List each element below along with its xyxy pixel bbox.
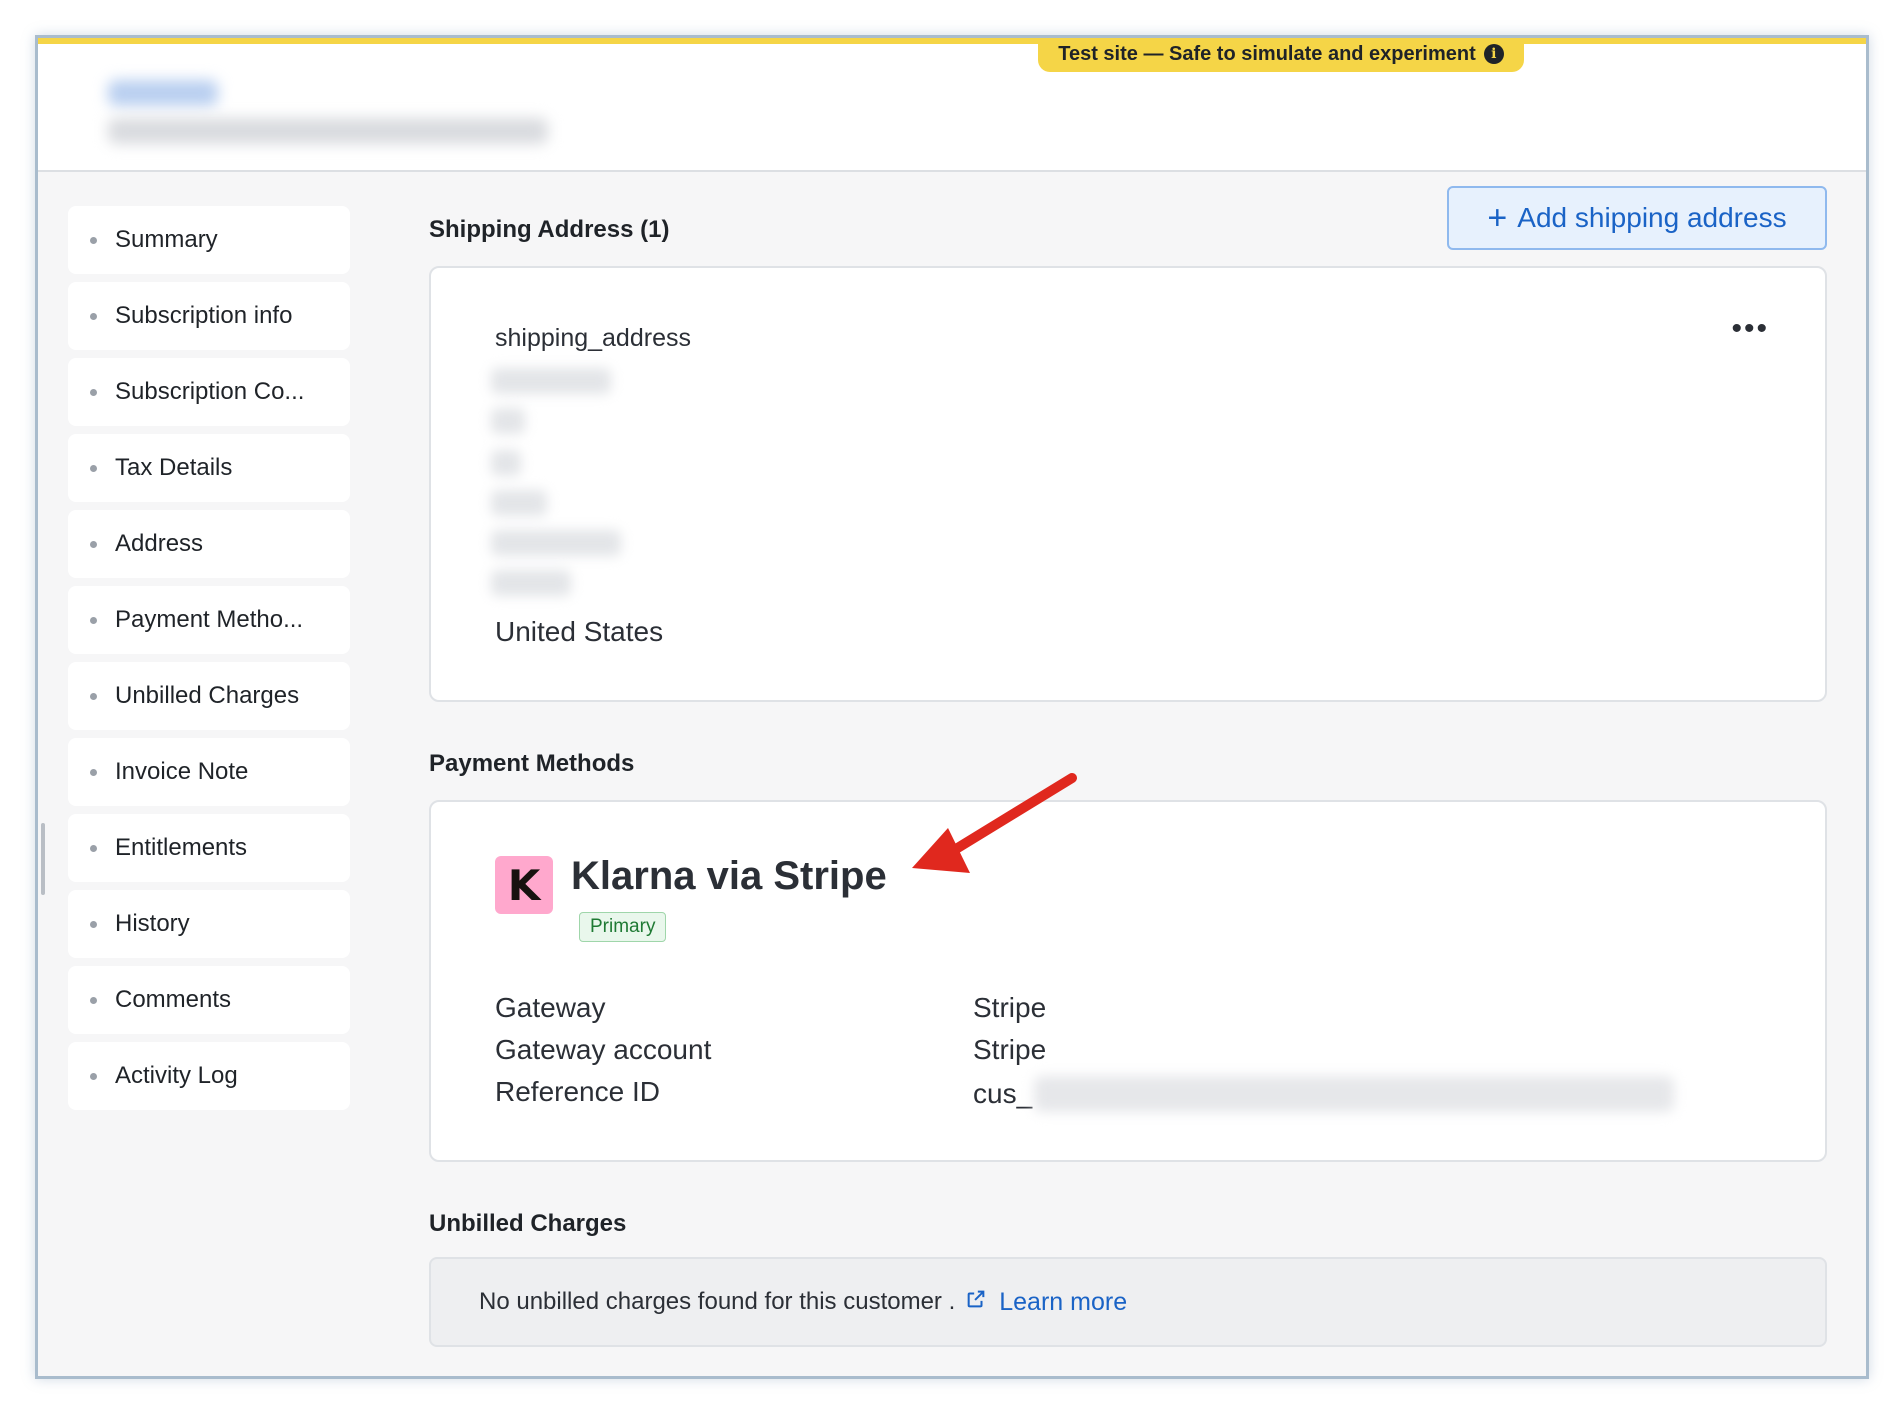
address-line-redacted [491, 450, 521, 476]
sidebar-item-label: Invoice Note [115, 758, 249, 785]
customer-name-redacted [108, 80, 218, 106]
page-header [38, 44, 1866, 172]
external-link-icon[interactable] [965, 1288, 987, 1316]
bullet-icon [90, 768, 97, 776]
sidebar-item-comments[interactable]: Comments [68, 966, 350, 1034]
unbilled-charges-title: Unbilled Charges [429, 1210, 627, 1237]
address-line-redacted [491, 570, 571, 596]
sidebar-item-invoice-note[interactable]: Invoice Note [68, 738, 350, 806]
sidebar-item-payment-methods[interactable]: Payment Metho... [68, 586, 350, 654]
sidebar-item-entitlements[interactable]: Entitlements [68, 814, 350, 882]
detail-key: Reference ID [495, 1076, 660, 1107]
shipping-address-card: shipping_address ••• United States [429, 266, 1827, 702]
sidebar-item-label: Subscription Co... [115, 378, 305, 405]
more-horizontal-icon[interactable]: ••• [1731, 312, 1769, 346]
detail-value: Stripe [973, 992, 1047, 1023]
sidebar-item-unbilled-charges[interactable]: Unbilled Charges [68, 662, 350, 730]
primary-badge: Primary [579, 912, 667, 942]
sidebar-item-summary[interactable]: Summary [68, 206, 350, 274]
address-line-redacted [491, 530, 621, 556]
sidebar-item-label: History [115, 910, 190, 937]
learn-more-link[interactable]: Learn more [999, 1288, 1127, 1317]
klarna-logo-icon: K [495, 856, 553, 914]
info-icon[interactable]: i [1483, 44, 1504, 64]
sidebar-item-subscription-info[interactable]: Subscription info [68, 282, 350, 350]
unbilled-charges-message: No unbilled charges found for this custo… [479, 1288, 956, 1315]
unbilled-charges-empty-state: No unbilled charges found for this custo… [429, 1257, 1827, 1347]
bullet-icon [90, 236, 97, 244]
payment-method-name: Klarna via Stripe [571, 854, 887, 898]
customer-details-redacted [108, 118, 548, 144]
test-site-banner: Test site — Safe to simulate and experim… [1038, 38, 1524, 72]
bullet-icon [90, 1072, 97, 1080]
detail-key: Gateway account [495, 1034, 712, 1065]
address-line-redacted [491, 490, 547, 516]
sidebar-item-subscription-contacts[interactable]: Subscription Co... [68, 358, 350, 426]
sidebar-item-label: Comments [115, 986, 232, 1013]
detail-value: Stripe [973, 1034, 1047, 1065]
sidebar-item-label: Unbilled Charges [115, 682, 300, 709]
bullet-icon [90, 464, 97, 472]
bullet-icon [90, 920, 97, 928]
shipping-address-label: shipping_address [495, 324, 691, 352]
sidebar-item-label: Payment Metho... [115, 606, 304, 633]
sidebar-item-label: Entitlements [115, 834, 248, 861]
detail-value-wrapper: cus_ [973, 1076, 1675, 1112]
app-window: Test site — Safe to simulate and experim… [35, 35, 1869, 1379]
bullet-icon [90, 616, 97, 624]
address-line-redacted [491, 368, 611, 394]
shipping-address-country: United States [495, 616, 664, 647]
detail-key: Gateway [495, 992, 606, 1023]
reference-id-redacted [1034, 1076, 1675, 1112]
sidebar-item-history[interactable]: History [68, 890, 350, 958]
shipping-address-title: Shipping Address (1) [429, 216, 670, 243]
test-site-text: Test site — Safe to simulate and experim… [1058, 42, 1476, 65]
detail-row-gateway: Gateway Stripe [495, 992, 1046, 1024]
sidebar-item-label: Subscription info [115, 302, 293, 329]
payment-method-card: K Klarna via Stripe Primary Gateway Stri… [429, 800, 1827, 1162]
sidebar: Summary Subscription info Subscription C… [68, 206, 350, 1118]
sidebar-resize-handle[interactable] [41, 823, 45, 895]
add-shipping-address-label: Add shipping address [1517, 202, 1787, 233]
address-line-redacted [491, 408, 525, 434]
sidebar-item-label: Tax Details [115, 454, 233, 481]
sidebar-item-tax-details[interactable]: Tax Details [68, 434, 350, 502]
bullet-icon [90, 692, 97, 700]
bullet-icon [90, 312, 97, 320]
sidebar-item-label: Address [115, 530, 204, 557]
bullet-icon [90, 540, 97, 548]
bullet-icon [90, 996, 97, 1004]
reference-id-prefix: cus_ [973, 1078, 1033, 1109]
add-shipping-address-button[interactable]: + Add shipping address [1447, 186, 1827, 250]
sidebar-item-label: Summary [115, 226, 218, 253]
detail-row-reference-id: Reference ID cus_ [495, 1076, 1675, 1112]
payment-methods-title: Payment Methods [429, 750, 635, 777]
detail-row-gateway-account: Gateway account Stripe [495, 1034, 1046, 1066]
sidebar-item-address[interactable]: Address [68, 510, 350, 578]
sidebar-item-activity-log[interactable]: Activity Log [68, 1042, 350, 1110]
bullet-icon [90, 844, 97, 852]
plus-icon: + [1487, 199, 1508, 237]
bullet-icon [90, 388, 97, 396]
sidebar-item-label: Activity Log [115, 1062, 238, 1089]
